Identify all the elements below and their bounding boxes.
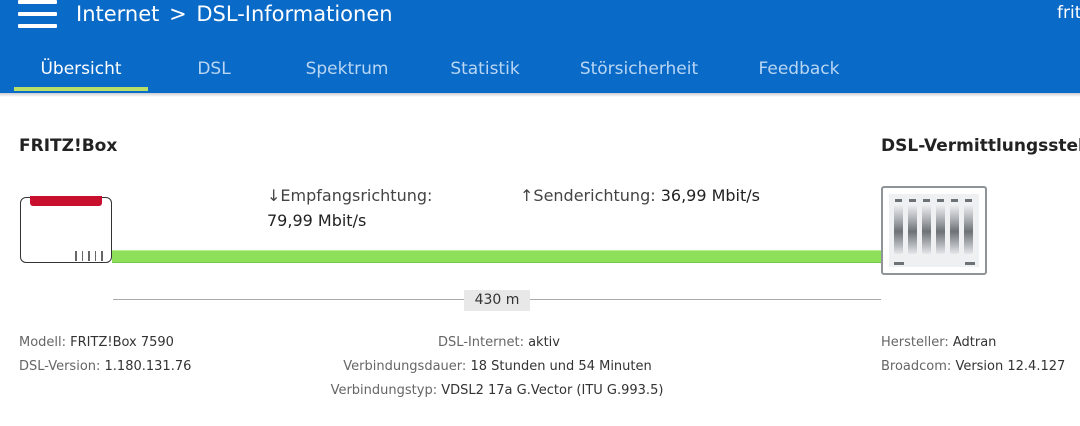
downstream-label: ↓Empfangsrichtung: xyxy=(267,186,433,205)
detail-label: Verbindungsdauer: xyxy=(343,359,467,374)
dsl-connection-line xyxy=(112,250,882,263)
tab-uebersicht[interactable]: Übersicht xyxy=(14,49,148,93)
tab-feedback[interactable]: Feedback xyxy=(744,49,854,93)
tab-statistik[interactable]: Statistik xyxy=(436,49,534,93)
rack-slot xyxy=(965,262,975,265)
detail-connection-type: Verbindungstyp: VDSL2 17a G.Vector (ITU … xyxy=(0,383,994,399)
breadcrumb-current: DSL-Informationen xyxy=(196,2,393,26)
tab-stoersicherheit[interactable]: Störsicherheit xyxy=(568,49,710,93)
top-bar: Internet > DSL-Informationen frit Übersi… xyxy=(0,0,1080,93)
tab-label: DSL xyxy=(197,59,231,79)
detail-connection-duration: Verbindungsdauer: 18 Stunden und 54 Minu… xyxy=(0,359,995,375)
rack-module xyxy=(950,199,959,254)
tab-label: Statistik xyxy=(450,59,520,79)
rack-module xyxy=(894,199,903,254)
rack-module xyxy=(964,199,973,254)
rack-module xyxy=(936,199,945,254)
detail-label: Hersteller: xyxy=(881,335,949,350)
upstream-rate: ↑Senderichtung: 36,99 Mbit/s xyxy=(520,183,760,208)
detail-manufacturer: Hersteller: Adtran xyxy=(881,335,996,351)
rack-panel xyxy=(889,194,979,267)
rack-module xyxy=(908,199,917,254)
breadcrumb-parent[interactable]: Internet xyxy=(76,2,159,26)
detail-value: Version 12.4.127 xyxy=(955,359,1066,374)
router-vents xyxy=(75,246,108,265)
rack-slot xyxy=(894,262,904,265)
detail-value: VDSL2 17a G.Vector (ITU G.993.5) xyxy=(441,383,664,398)
active-tab-indicator xyxy=(14,87,148,91)
user-menu[interactable]: frit xyxy=(1057,3,1080,23)
detail-label: Verbindungstyp: xyxy=(330,383,438,398)
header-shadow xyxy=(0,93,1080,97)
detail-value: Adtran xyxy=(952,335,997,350)
tab-spektrum[interactable]: Spektrum xyxy=(292,49,402,93)
downstream-rate: ↓Empfangsrichtung: 79,99 Mbit/s xyxy=(267,183,432,233)
exchange-title: DSL-Vermittlungsstelle xyxy=(881,136,1080,156)
router-top-strip xyxy=(30,196,102,206)
exchange-rack-icon xyxy=(881,186,987,275)
detail-value: aktiv xyxy=(528,335,560,350)
breadcrumb: Internet > DSL-Informationen xyxy=(76,2,393,26)
tab-bar: Übersicht DSL Spektrum Statistik Störsic… xyxy=(0,49,1080,93)
tab-dsl[interactable]: DSL xyxy=(170,49,258,93)
detail-label: Broadcom: xyxy=(881,359,952,374)
detail-broadcom-version: Broadcom: Version 12.4.127 xyxy=(881,359,1065,375)
hamburger-menu-icon[interactable] xyxy=(18,0,58,30)
upstream-label: ↑Senderichtung: xyxy=(520,186,656,205)
tab-label: Störsicherheit xyxy=(579,59,699,79)
downstream-value: 79,99 Mbit/s xyxy=(267,211,367,230)
fritzbox-title: FRITZ!Box xyxy=(19,136,118,156)
tab-label: Spektrum xyxy=(305,59,389,79)
detail-value: 18 Stunden und 54 Minuten xyxy=(470,359,652,374)
detail-dsl-internet: DSL-Internet: aktiv xyxy=(0,335,998,351)
detail-label: DSL-Internet: xyxy=(437,335,524,350)
breadcrumb-separator-icon: > xyxy=(169,2,187,26)
fritzbox-router-icon xyxy=(20,196,112,265)
tab-label: Übersicht xyxy=(40,59,122,79)
upstream-value: 36,99 Mbit/s xyxy=(660,186,760,205)
distance-badge: 430 m xyxy=(464,290,530,311)
tab-label: Feedback xyxy=(758,59,840,79)
rack-module xyxy=(922,199,931,254)
